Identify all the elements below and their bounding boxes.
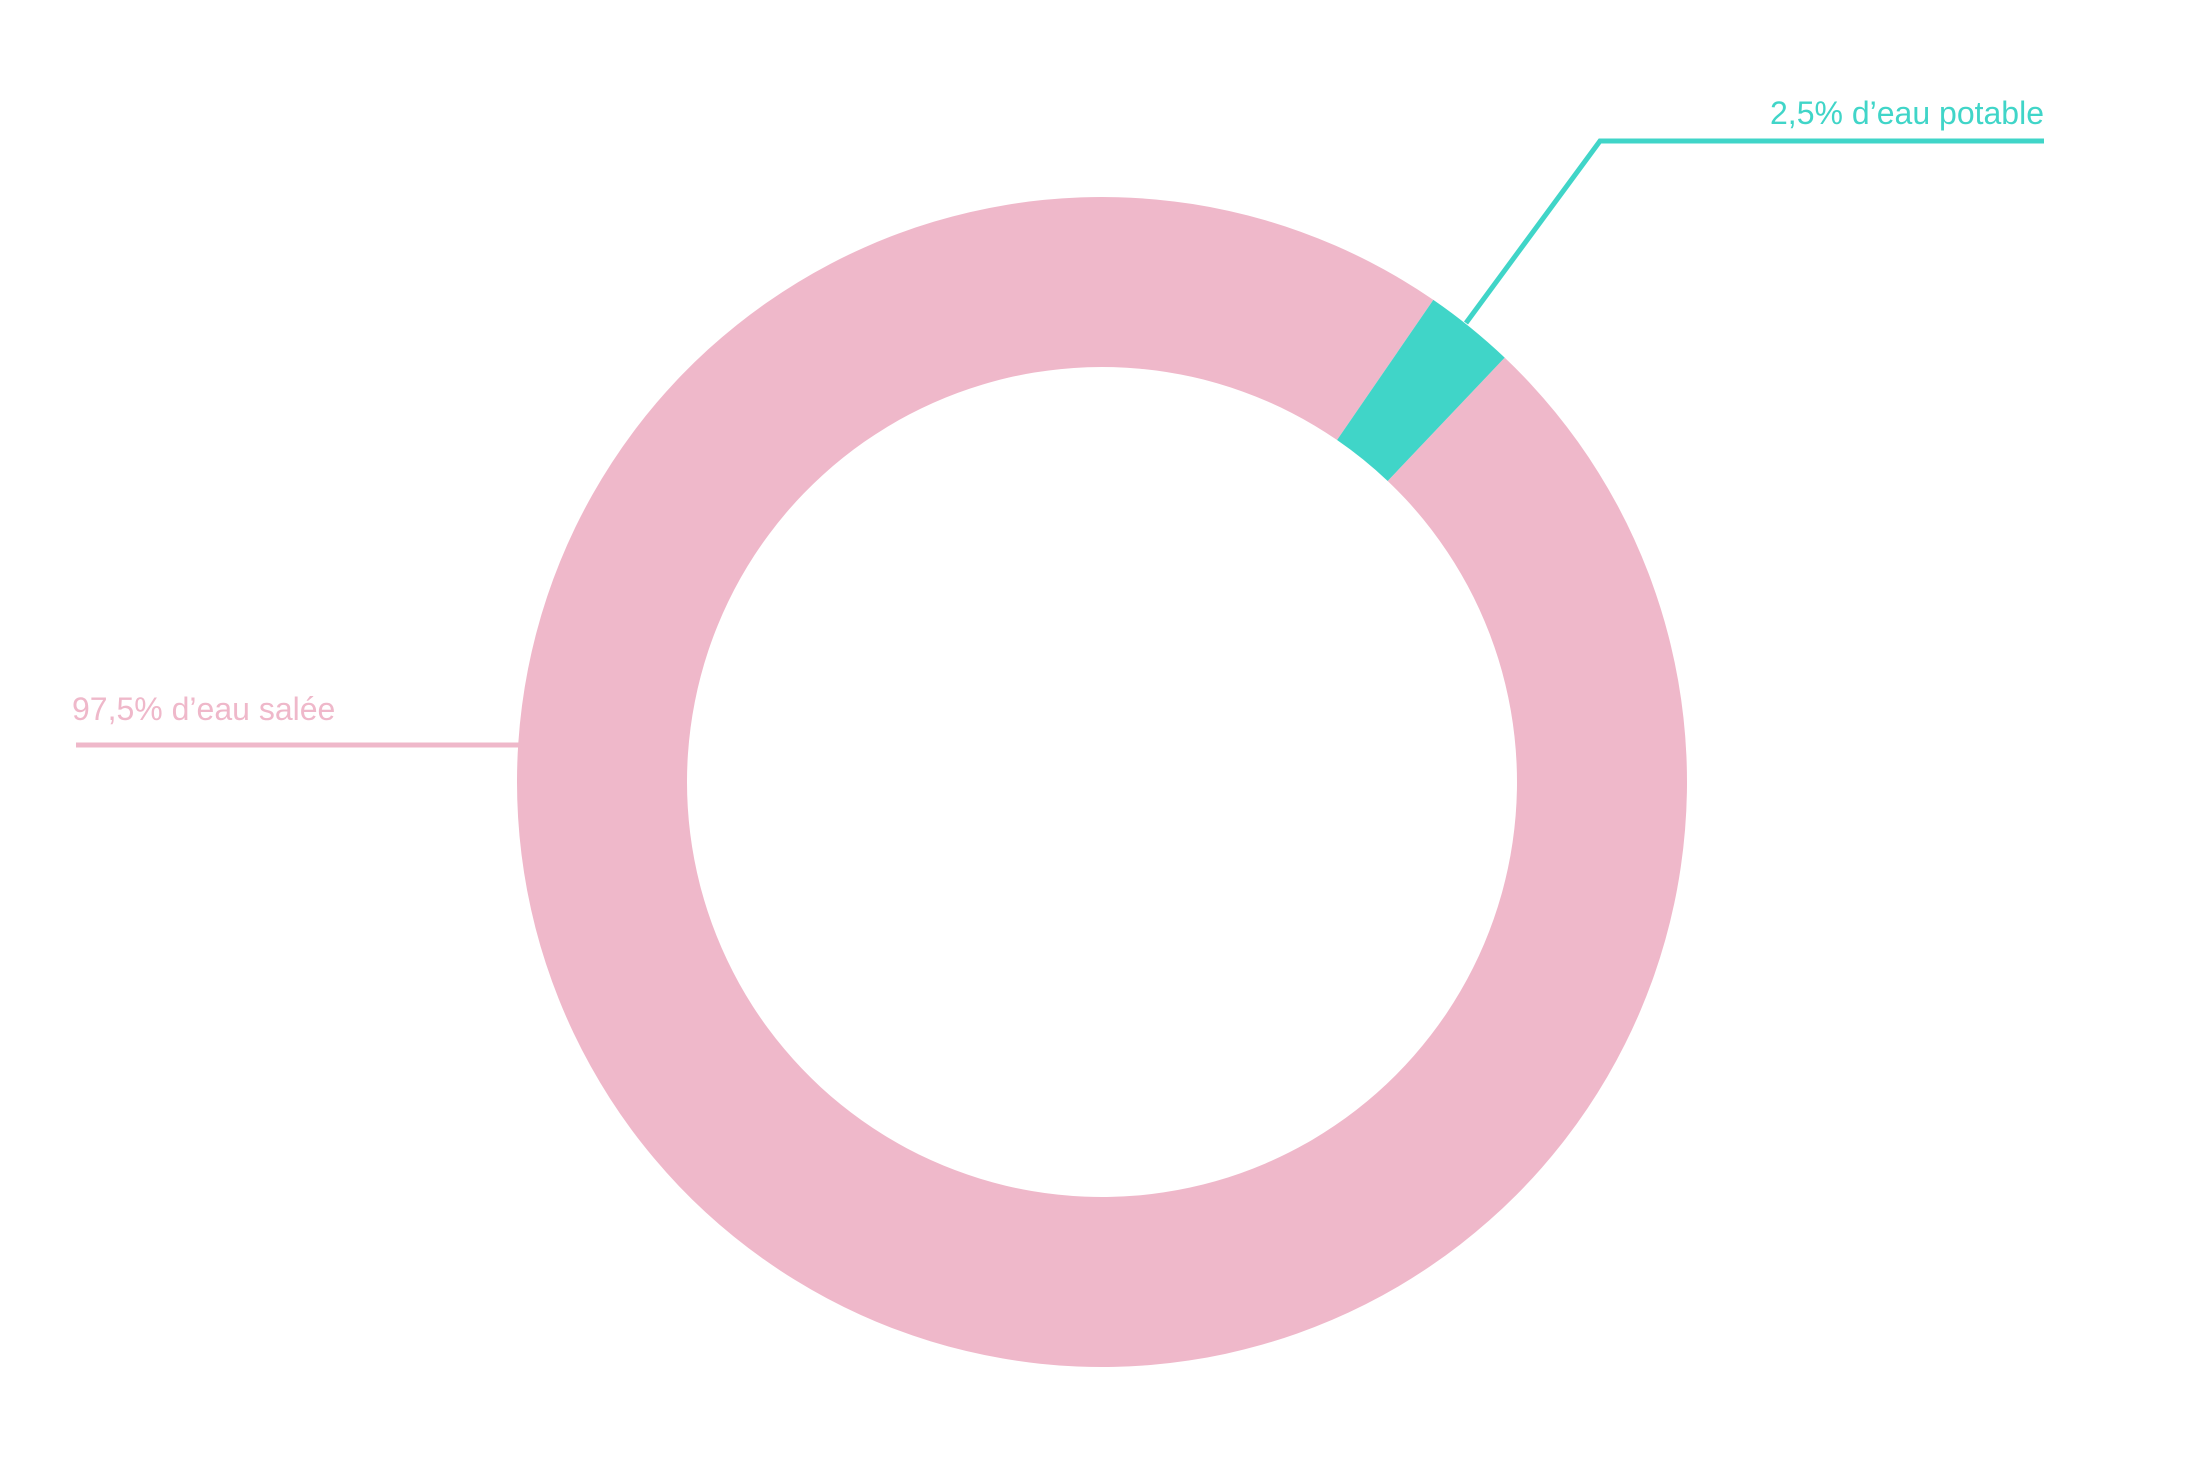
slice-leader-line-drinking-water [1463, 138, 2044, 325]
labels-layer: 97,5% d’eau salée 2,5% d’eau potable [72, 95, 2044, 727]
donut-chart: 97,5% d’eau salée 2,5% d’eau potable [0, 0, 2200, 1476]
slices-layer [516, 196, 1687, 1367]
donut-chart-svg: 97,5% d’eau salée 2,5% d’eau potable [72, 95, 2044, 1367]
slice-label-drinking-water: 2,5% d’eau potable [1770, 95, 2044, 131]
slice-label-salt-water: 97,5% d’eau salée [72, 691, 335, 727]
donut-slice-salt-water [516, 196, 1687, 1367]
